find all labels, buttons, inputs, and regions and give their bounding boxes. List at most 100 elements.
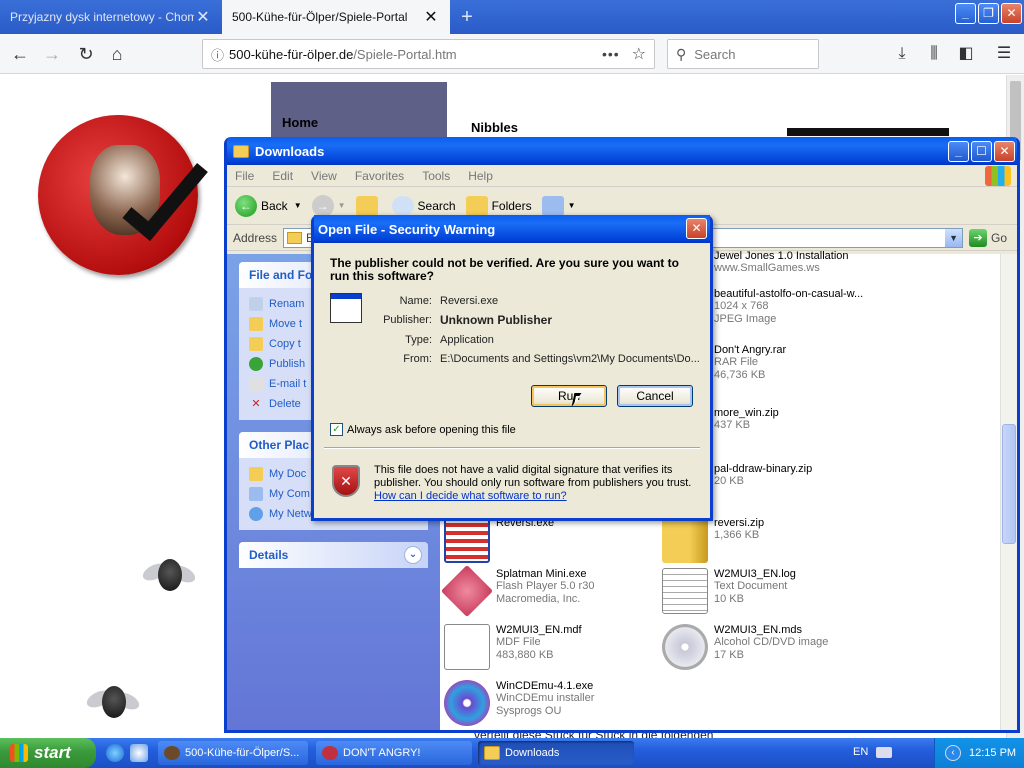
taskbar-dont-angry[interactable]: DON'T ANGRY! — [316, 741, 472, 765]
url-domain: 500-kühe-für-ölper.de — [229, 46, 354, 62]
dialog-title-bar[interactable]: Open File - Security Warning ✕ — [314, 215, 710, 243]
tray-expand-icon[interactable]: ‹ — [945, 745, 961, 761]
place-label: My Com — [269, 488, 310, 500]
menu-view[interactable]: View — [311, 169, 337, 183]
file-item[interactable]: reversi.zip 1,366 KB — [662, 517, 892, 563]
file-size: 1,366 KB — [714, 529, 760, 541]
search-button[interactable]: Search — [391, 195, 456, 216]
go-button[interactable]: ➔ Go — [969, 228, 1008, 247]
close-window-icon[interactable]: ✕ — [1001, 3, 1022, 24]
downloads-icon[interactable]: ⤓ — [888, 40, 916, 68]
file-item[interactable]: more_win.zip 437 KB — [714, 407, 944, 432]
views-button[interactable]: ▼ — [541, 195, 576, 216]
minimize-icon[interactable]: _ — [948, 140, 969, 162]
show-desktop-icon[interactable] — [130, 744, 148, 762]
detail-label: Publisher: — [383, 314, 432, 327]
detail-name: Name: Reversi.exe — [370, 291, 700, 311]
up-folder-button[interactable] — [355, 195, 382, 216]
new-tab-icon[interactable]: + — [456, 4, 478, 30]
tab-chomikuj[interactable]: Przyjazny dysk internetowy - Chomikuj ✕ — [0, 0, 222, 34]
detail-label: From: — [403, 353, 432, 366]
search-icon — [391, 195, 414, 216]
library-icon[interactable]: ⫼ — [920, 40, 948, 68]
tab-spiele-portal[interactable]: 500-Kühe-für-Ölper/Spiele-Portal ✕ — [222, 0, 450, 34]
wincdemu-icon — [444, 680, 490, 726]
file-item[interactable]: WinCDEmu-4.1.exe WinCDEmu installer Syspro… — [444, 680, 674, 726]
rename-icon — [249, 297, 263, 311]
clock[interactable]: 12:15 PM — [969, 747, 1016, 759]
taskbar-firefox[interactable]: 500-Kühe-für-Ölper/S... — [158, 741, 308, 765]
back-button[interactable]: ← Back ▼ — [235, 194, 302, 217]
file-name: pal-ddraw-binary.zip — [714, 463, 813, 475]
file-item[interactable]: Splatman Mini.exe Flash Player 5.0 r30 Mac… — [440, 564, 674, 618]
help-link[interactable]: How can I decide what software to run? — [374, 490, 567, 502]
menu-edit[interactable]: Edit — [272, 169, 293, 183]
detail-label: Type: — [405, 333, 432, 346]
search-placeholder: Search — [694, 46, 736, 62]
url-path: /Spiele-Portal.htm — [353, 46, 457, 62]
forward-arrow-icon[interactable]: → — [38, 40, 66, 68]
file-item[interactable]: beautiful-astolfo-on-casual-w... 1024 x 7… — [714, 288, 944, 326]
menu-file[interactable]: File — [235, 169, 254, 183]
bookmark-star-icon[interactable]: ☆ — [632, 44, 646, 64]
search-input[interactable]: ⚲ Search — [667, 39, 819, 69]
run-button[interactable]: Run — [531, 385, 607, 407]
file-item[interactable]: W2MUI3_EN.mdf MDF File 483,880 KB — [444, 624, 674, 670]
menu-favorites[interactable]: Favorites — [355, 169, 404, 183]
file-type: Alcohol CD/DVD image — [714, 636, 829, 648]
application-icon — [444, 517, 490, 563]
taskbar-label: 500-Kühe-für-Ölper/S... — [185, 747, 300, 759]
close-icon[interactable]: ✕ — [686, 218, 707, 239]
info-icon[interactable]: ⓘ — [211, 45, 229, 64]
taskbar-downloads[interactable]: Downloads — [478, 741, 634, 765]
file-item[interactable]: pal-ddraw-binary.zip 20 KB — [714, 463, 944, 488]
forward-button[interactable]: → ▼ — [311, 194, 346, 217]
site-nav: Home — [271, 82, 447, 142]
cancel-button[interactable]: Cancel — [617, 385, 693, 407]
page-actions-icon[interactable]: ••• — [602, 46, 620, 62]
file-list-scrollbar[interactable] — [1000, 254, 1017, 730]
file-item[interactable]: Don't Angry.rar RAR File 46,736 KB — [714, 344, 944, 382]
task-label: Move t — [269, 318, 303, 330]
restore-icon[interactable]: ❐ — [978, 3, 999, 24]
dialog-title: Open File - Security Warning — [318, 221, 496, 237]
tab-label: 500-Kühe-für-Ölper/Spiele-Portal — [232, 10, 408, 24]
close-tab-icon[interactable]: ✕ — [194, 7, 212, 27]
go-label: Go — [991, 230, 1008, 245]
checkbox-checked-icon[interactable]: ✓ — [330, 423, 343, 436]
keyboard-icon[interactable] — [876, 747, 892, 758]
minimize-icon[interactable]: _ — [955, 3, 976, 24]
file-item-reversi-exe[interactable]: Reversi.exe — [444, 517, 674, 563]
close-icon[interactable]: ✕ — [994, 140, 1015, 162]
menu-tools[interactable]: Tools — [422, 169, 450, 183]
file-item[interactable]: Jewel Jones 1.0 Installation www.SmallGam… — [714, 250, 944, 275]
disc-file-icon — [444, 624, 490, 670]
menu-help[interactable]: Help — [468, 169, 493, 183]
folders-button[interactable]: Folders — [465, 195, 532, 216]
file-size: 437 KB — [714, 419, 751, 431]
file-item[interactable]: W2MUI3_EN.log Text Document 10 KB — [662, 568, 892, 614]
start-button[interactable]: start — [0, 738, 96, 768]
chevron-down-icon[interactable]: ⌄ — [404, 546, 422, 564]
task-panel-header[interactable]: Details ⌄ — [239, 542, 428, 568]
file-item[interactable]: W2MUI3_EN.mds Alcohol CD/DVD image 17 KB — [662, 624, 892, 670]
explorer-title-bar[interactable]: Downloads _ ☐ ✕ — [227, 137, 1017, 165]
internet-explorer-icon[interactable] — [106, 744, 124, 762]
menu-icon[interactable]: ☰ — [990, 40, 1018, 68]
chevron-down-icon[interactable]: ▼ — [945, 228, 963, 247]
maximize-icon[interactable]: ☐ — [971, 140, 992, 162]
reload-icon[interactable]: ↻ — [72, 40, 100, 68]
close-tab-icon[interactable]: ✕ — [422, 7, 440, 27]
always-ask-checkbox[interactable]: ✓ Always ask before opening this file — [330, 423, 516, 436]
home-icon[interactable]: ⌂ — [103, 40, 131, 68]
application-window-icon — [330, 293, 362, 323]
copy-icon — [249, 337, 263, 351]
language-indicator[interactable]: EN — [853, 746, 868, 758]
sidebar-icon[interactable]: ◧ — [952, 40, 980, 68]
nav-home-link[interactable]: Home — [282, 115, 318, 130]
url-bar[interactable]: ⓘ 500-kühe-für-ölper.de /Spiele-Portal.h… — [202, 39, 655, 69]
file-name: Splatman Mini.exe — [496, 568, 587, 580]
flash-icon — [440, 564, 494, 618]
back-arrow-icon[interactable]: ← — [6, 40, 34, 68]
file-name: W2MUI3_EN.mdf — [496, 624, 582, 636]
